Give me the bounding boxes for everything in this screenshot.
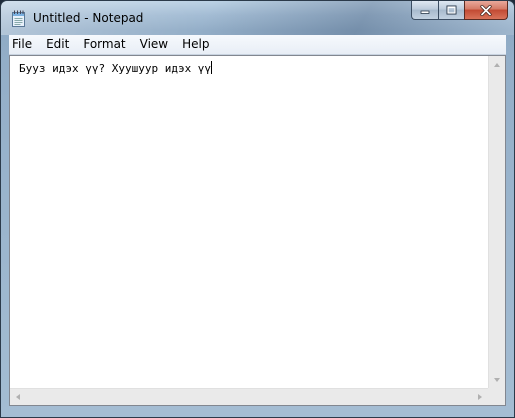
minimize-icon: [420, 10, 430, 14]
maximize-button[interactable]: [438, 1, 464, 20]
close-button[interactable]: [464, 1, 508, 20]
maximize-icon: [446, 5, 457, 15]
editor-frame: Бууз идэх үү? Хуушуур идэх үү: [9, 55, 506, 406]
editor-text: Бууз идэх үү? Хуушуур идэх үү: [19, 62, 212, 75]
scroll-left-arrow-icon[interactable]: [16, 394, 20, 400]
notepad-window: Untitled - Notepad File Edit Format View…: [0, 0, 515, 418]
text-editor[interactable]: Бууз идэх үү? Хуушуур идэх үү: [10, 56, 488, 389]
window-bottom-border: [1, 404, 514, 417]
notepad-icon[interactable]: [12, 10, 26, 27]
scroll-up-arrow-icon[interactable]: [494, 63, 500, 67]
vertical-scrollbar[interactable]: [488, 56, 505, 389]
scroll-right-arrow-icon[interactable]: [478, 394, 482, 400]
horizontal-scrollbar[interactable]: [10, 388, 488, 405]
text-caret: [211, 61, 213, 74]
menu-edit[interactable]: Edit: [39, 35, 76, 54]
minimize-button[interactable]: [411, 1, 438, 20]
window-title: Untitled - Notepad: [33, 11, 144, 25]
scrollbar-corner: [488, 388, 505, 405]
menu-help[interactable]: Help: [175, 35, 216, 54]
caption-buttons: [411, 1, 508, 21]
menu-view[interactable]: View: [133, 35, 175, 54]
menu-bar: File Edit Format View Help: [9, 35, 506, 55]
menu-format[interactable]: Format: [76, 35, 132, 54]
title-bar[interactable]: Untitled - Notepad: [1, 1, 514, 35]
menu-file[interactable]: File: [9, 35, 39, 54]
close-icon: [480, 4, 492, 16]
scroll-down-arrow-icon[interactable]: [494, 378, 500, 382]
